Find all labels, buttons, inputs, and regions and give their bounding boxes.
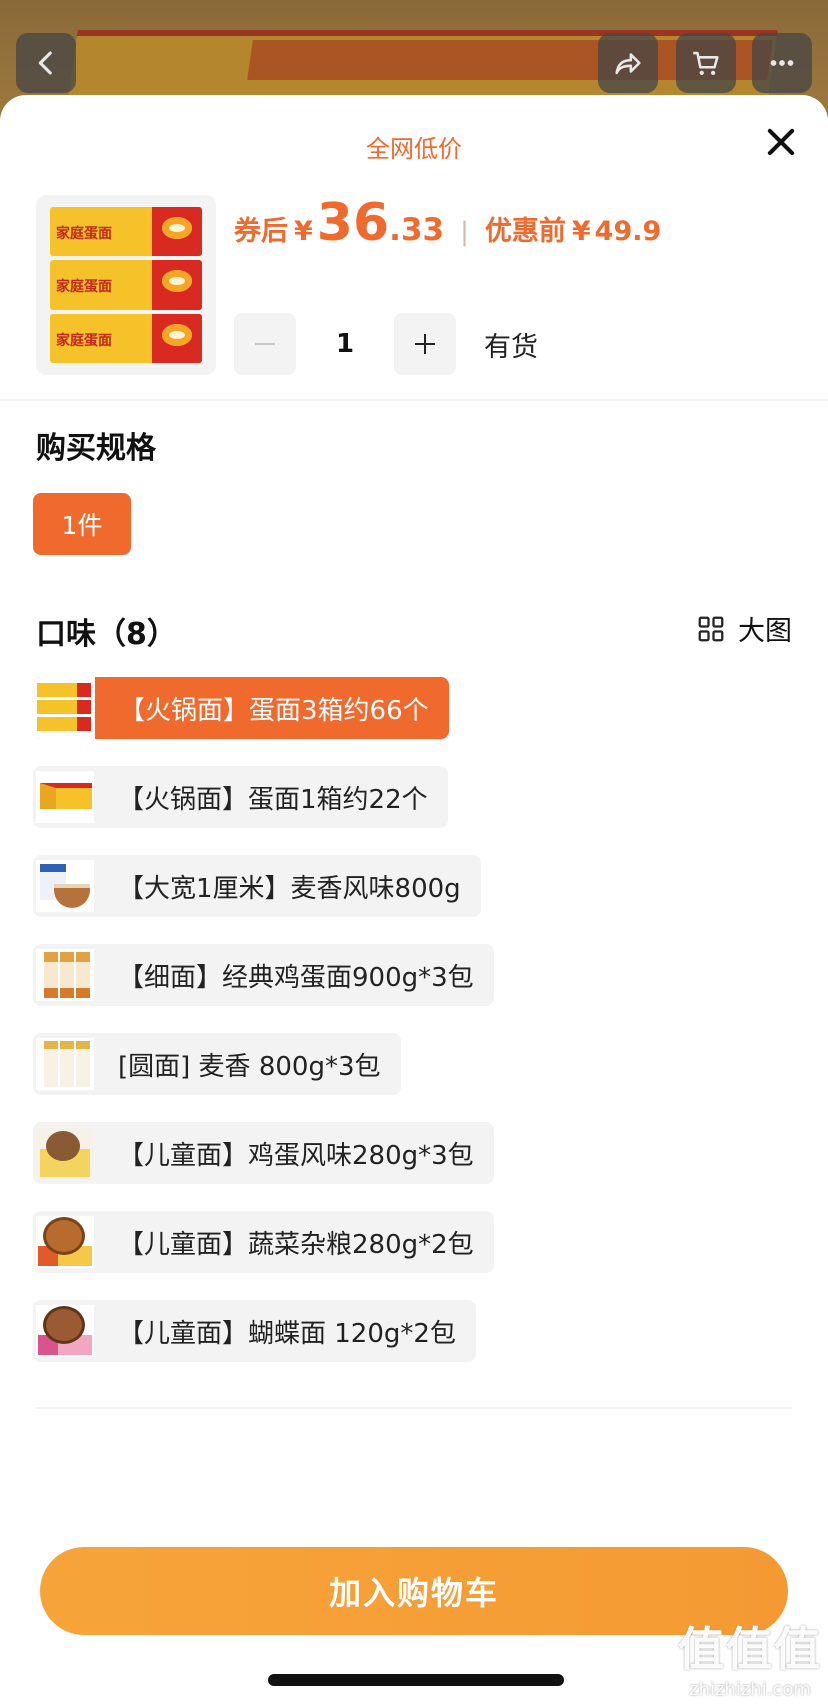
price-integer: 36 <box>316 193 390 253</box>
spec-section-title: 购买规格 <box>36 431 156 466</box>
flavor-option-label: 【大宽1厘米】麦香风味800g <box>118 873 461 904</box>
flavor-option-8[interactable]: 【儿童面】蝴蝶面 120g*2包 <box>33 1300 476 1362</box>
big-view-toggle[interactable]: 大图 <box>696 609 792 648</box>
product-thumbnail[interactable]: 家庭蛋面 家庭蛋面 家庭蛋面 <box>36 195 216 375</box>
close-button[interactable] <box>758 119 804 165</box>
home-indicator <box>268 1674 564 1686</box>
noodle-pack-image: 家庭蛋面 <box>50 207 202 257</box>
watermark: 值值值 zhizhizhi.com <box>672 1613 828 1700</box>
divider <box>0 399 828 401</box>
price-decimal: .33 <box>389 212 445 248</box>
plus-icon <box>415 334 435 354</box>
stock-status: 有货 <box>484 331 538 363</box>
option-thumbnail <box>36 1305 94 1357</box>
share-button[interactable] <box>598 33 658 93</box>
flavor-option-2[interactable]: 【火锅面】蛋面1箱约22个 <box>33 766 448 828</box>
share-icon <box>615 53 641 75</box>
original-price-value: 49.9 <box>594 216 662 247</box>
noodle-pack-image: 家庭蛋面 <box>50 313 202 363</box>
minus-icon <box>255 343 275 345</box>
more-button[interactable] <box>752 33 812 93</box>
option-thumbnail <box>36 771 94 823</box>
option-thumbnail <box>36 949 94 1001</box>
big-view-label: 大图 <box>738 616 792 647</box>
more-dots-icon <box>770 60 794 66</box>
option-thumbnail <box>36 1216 94 1268</box>
flavor-option-4[interactable]: 【细面】经典鸡蛋面900g*3包 <box>33 944 494 1006</box>
sku-selector-sheet: 全网低价 家庭蛋面 家庭蛋面 家庭蛋面 券后 ¥ 36 .33 | 优惠前 ¥ … <box>0 95 828 1708</box>
grid-icon <box>698 616 724 641</box>
chevron-left-icon <box>38 51 52 75</box>
flavor-option-5[interactable]: [圆面] 麦香 800g*3包 <box>33 1033 401 1095</box>
option-thumbnail <box>36 1038 94 1090</box>
shopping-cart-icon <box>693 51 719 76</box>
cart-button[interactable] <box>676 33 736 93</box>
increase-quantity-button[interactable] <box>394 313 456 375</box>
quantity-value[interactable]: 1 <box>296 329 394 359</box>
pack-label: 家庭蛋面 <box>56 226 112 242</box>
pack-label: 家庭蛋面 <box>56 279 112 296</box>
currency-symbol: ¥ <box>571 216 591 247</box>
flavor-option-label: 【儿童面】蔬菜杂粮280g*2包 <box>118 1229 474 1260</box>
coupon-price-prefix: 券后 <box>234 216 288 247</box>
flavor-option-label: 【火锅面】蛋面3箱约66个 <box>119 695 429 726</box>
divider <box>36 1407 792 1409</box>
pack-label: 家庭蛋面 <box>56 332 112 349</box>
price-row: 券后 ¥ 36 .33 | 优惠前 ¥ 49.9 <box>234 193 661 263</box>
flavor-option-label: 【火锅面】蛋面1箱约22个 <box>118 784 428 815</box>
flavor-option-6[interactable]: 【儿童面】鸡蛋风味280g*3包 <box>33 1122 494 1184</box>
watermark-url: zhizhizhi.com <box>689 1679 811 1700</box>
sheet-title: 全网低价 <box>366 135 462 163</box>
price-separator: | <box>460 217 469 247</box>
spec-option-1[interactable]: 1件 <box>33 493 131 555</box>
flavor-option-label: 【儿童面】蝴蝶面 120g*2包 <box>118 1318 456 1349</box>
flavor-option-7[interactable]: 【儿童面】蔬菜杂粮280g*2包 <box>33 1211 494 1273</box>
quantity-stepper: 1 有货 <box>234 313 538 375</box>
flavor-option-label: 【细面】经典鸡蛋面900g*3包 <box>118 962 474 993</box>
watermark-logo: 值值值 <box>678 1622 822 1676</box>
noodle-pack-image: 家庭蛋面 <box>50 260 202 310</box>
flavor-option-label: 【儿童面】鸡蛋风味280g*3包 <box>118 1140 474 1171</box>
option-thumbnail <box>36 1127 94 1179</box>
flavor-option-1[interactable]: 【火锅面】蛋面3箱约66个 <box>33 677 449 739</box>
option-thumbnail <box>36 860 94 912</box>
flavor-option-3[interactable]: 【大宽1厘米】麦香风味800g <box>33 855 481 917</box>
flavor-section-title: 口味（8） <box>36 617 177 652</box>
option-thumbnail <box>33 677 95 739</box>
close-icon <box>767 128 795 156</box>
currency-symbol: ¥ <box>294 216 313 247</box>
decrease-quantity-button[interactable] <box>234 313 296 375</box>
flavor-option-label: [圆面] 麦香 800g*3包 <box>118 1051 381 1082</box>
back-button[interactable] <box>16 33 76 93</box>
original-price-label: 优惠前 <box>484 216 566 247</box>
